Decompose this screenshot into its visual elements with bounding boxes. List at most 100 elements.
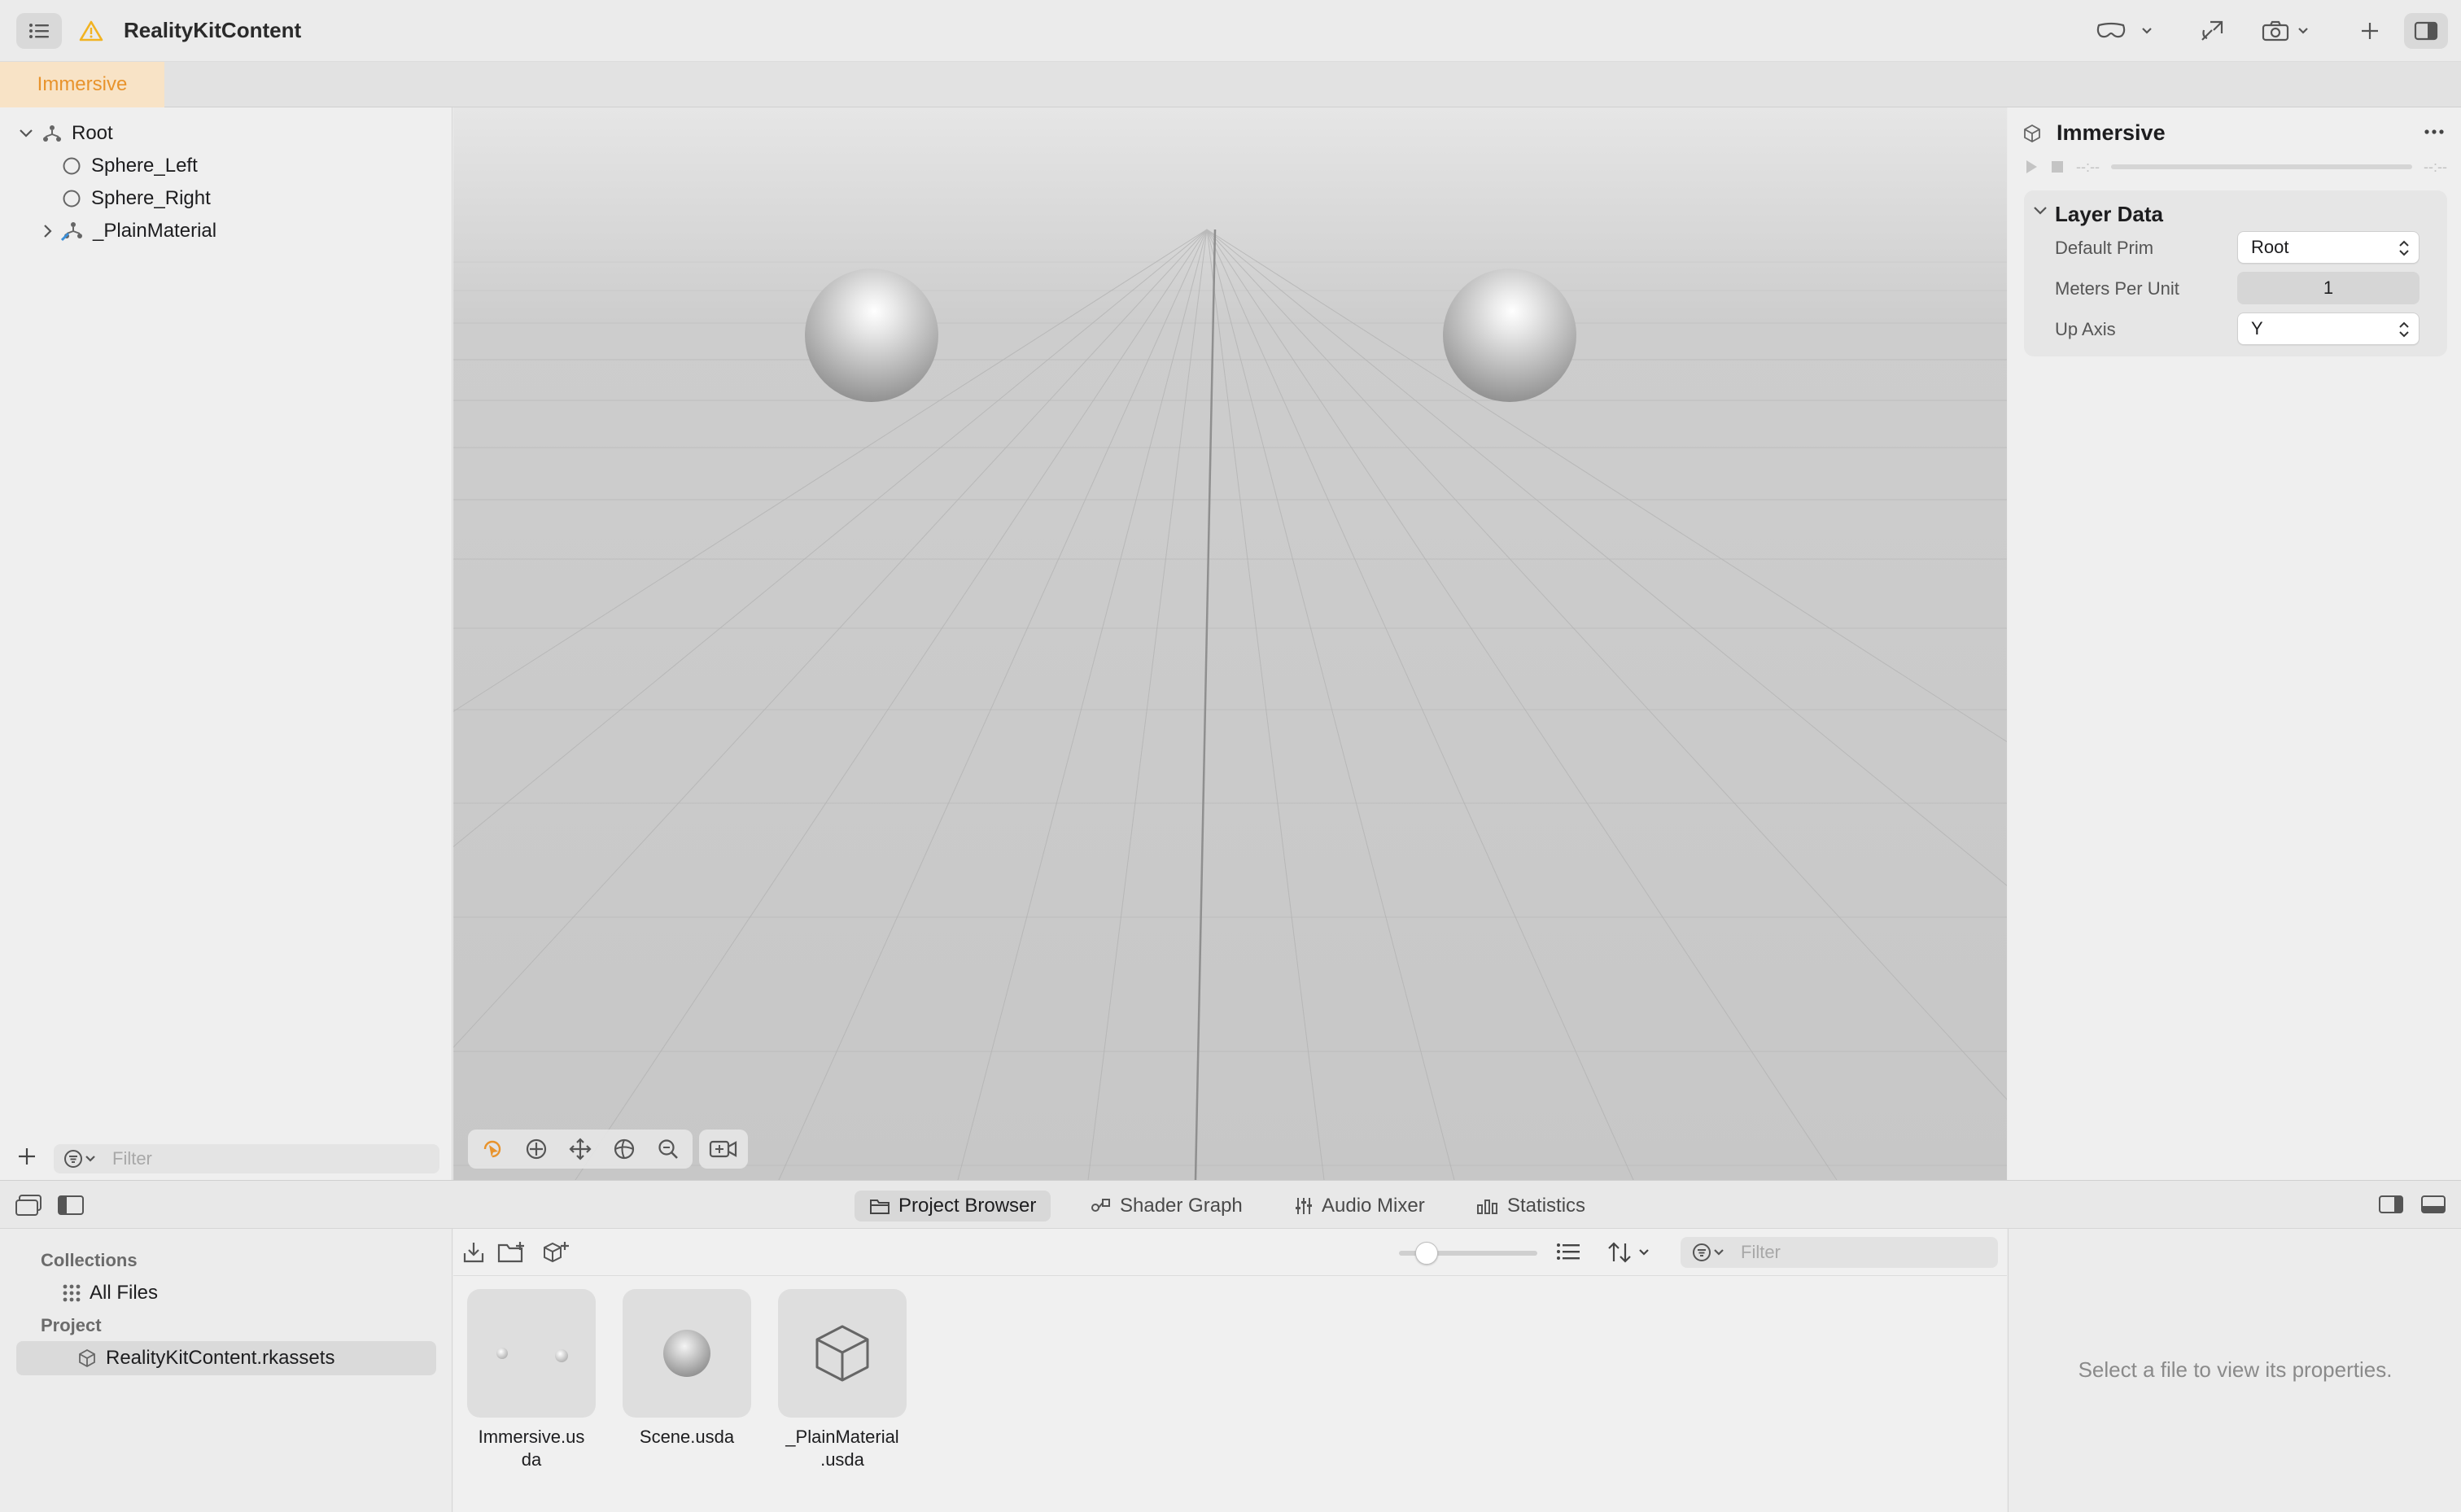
select-tool-button[interactable]	[473, 1131, 512, 1167]
outline-item-plain-material[interactable]: _PlainMaterial	[42, 215, 216, 247]
updown-chevron-icon	[2398, 238, 2411, 258]
tab-project-browser[interactable]: Project Browser	[855, 1191, 1051, 1221]
default-prim-select[interactable]: Root	[2237, 231, 2419, 264]
tab-immersive[interactable]: Immersive	[0, 62, 164, 107]
file-tile-scene[interactable]: Scene.usda	[622, 1289, 752, 1449]
new-folder-icon[interactable]	[497, 1240, 527, 1265]
tab-audio-mixer[interactable]: Audio Mixer	[1279, 1191, 1440, 1221]
tab-statistics[interactable]: Statistics	[1462, 1191, 1600, 1221]
animation-transport: --:-- --:--	[2024, 155, 2447, 179]
updown-chevron-icon	[2398, 320, 2411, 339]
viewport-toolbar	[468, 1130, 748, 1169]
outline-item-sphere-right[interactable]: Sphere_Right	[62, 182, 211, 215]
file-tile-immersive[interactable]: Immersive.us da	[466, 1289, 597, 1471]
import-icon[interactable]	[461, 1240, 486, 1265]
add-button[interactable]	[2354, 13, 2386, 49]
package-icon	[76, 1348, 98, 1369]
device-preview-menu[interactable]	[2083, 13, 2165, 49]
bottom-panel-bar: Project Browser Shader Graph Audio Mixer…	[0, 1180, 2461, 1229]
sidebar-right-icon	[2414, 21, 2438, 41]
dolly-tool-button[interactable]	[605, 1131, 644, 1167]
filter-options-icon[interactable]	[1692, 1243, 1731, 1262]
file-thumbnail	[623, 1289, 751, 1418]
orbit-tool-button[interactable]	[517, 1131, 556, 1167]
meters-per-unit-value: 1	[2323, 277, 2334, 298]
file-thumbnail	[467, 1289, 596, 1418]
filter-options-icon[interactable]	[63, 1149, 103, 1169]
hierarchy-icon	[42, 124, 62, 143]
window-title: RealityKitContent	[124, 18, 302, 42]
inspector-toggle-button[interactable]	[2404, 13, 2448, 49]
file-tile-plain-material[interactable]: _PlainMaterial .usda	[777, 1289, 907, 1471]
sidebar-left-icon[interactable]	[57, 1194, 85, 1217]
camera-icon	[2262, 20, 2289, 42]
meters-per-unit-label: Meters Per Unit	[2055, 278, 2179, 299]
small-sphere-icon	[496, 1348, 508, 1359]
chevron-down-icon	[2297, 27, 2309, 35]
camera-tools	[699, 1130, 748, 1169]
disclosure-chevron-right-icon[interactable]	[42, 223, 54, 239]
outline-item-sphere-left[interactable]: Sphere_Left	[62, 150, 198, 182]
outline-footer: Filter	[0, 1138, 452, 1180]
layer-data-section: Layer Data Default Prim Root Meters Per …	[2024, 190, 2447, 356]
warning-button[interactable]	[75, 13, 107, 49]
plus-icon	[2360, 21, 2380, 41]
slider-knob[interactable]	[1415, 1242, 1438, 1265]
send-to-device-button[interactable]	[2194, 13, 2230, 49]
outline-item-root[interactable]: Root	[18, 117, 113, 150]
grid-icon	[62, 1283, 81, 1303]
chevron-down-icon	[2141, 27, 2153, 35]
stop-icon[interactable]	[2050, 160, 2065, 174]
up-axis-select[interactable]: Y	[2237, 312, 2419, 345]
tab-shader-graph[interactable]: Shader Graph	[1076, 1191, 1257, 1221]
add-entity-button[interactable]	[16, 1146, 41, 1170]
list-icon	[28, 22, 50, 40]
more-options-button[interactable]	[2423, 122, 2446, 142]
timeline-scrubber[interactable]	[2110, 164, 2413, 169]
collection-all-files[interactable]: All Files	[62, 1276, 158, 1310]
project-item-rkassets[interactable]: RealityKitContent.rkassets	[16, 1341, 436, 1375]
ground-grid	[453, 229, 2007, 1180]
tab-label: Immersive	[37, 73, 128, 95]
camera-mode-button[interactable]	[704, 1131, 743, 1167]
sphere-left[interactable]	[805, 269, 938, 402]
tab-label: Statistics	[1507, 1195, 1586, 1217]
file-properties-panel: Select a file to view its properties.	[2008, 1229, 2461, 1512]
snapshot-menu[interactable]	[2254, 13, 2316, 49]
time-start: --:--	[2076, 158, 2100, 175]
sphere-outline-icon	[62, 156, 81, 176]
time-end: --:--	[2424, 158, 2447, 175]
project-browser: Filter Immersive.us da Scene.usda _Plain…	[453, 1229, 2007, 1512]
pan-tool-button[interactable]	[561, 1131, 600, 1167]
cube-icon	[2022, 124, 2042, 143]
vision-headset-icon	[2096, 22, 2127, 40]
panel-bottom-icon[interactable]	[2420, 1194, 2446, 1215]
project-header: Project	[41, 1315, 102, 1335]
outline-item-label: Sphere_Right	[91, 187, 211, 209]
outline-filter-field[interactable]: Filter	[54, 1144, 439, 1173]
inspector-title: Immersive	[2057, 120, 2166, 145]
disclosure-chevron-icon[interactable]	[18, 128, 34, 139]
sphere-outline-icon	[62, 189, 81, 208]
browser-toolbar: Filter	[453, 1229, 2007, 1276]
disclosure-chevron-icon[interactable]	[2032, 205, 2048, 216]
meters-per-unit-field[interactable]: 1	[2237, 272, 2419, 304]
sphere-right[interactable]	[1443, 269, 1576, 402]
scene-viewport[interactable]	[453, 107, 2007, 1180]
sort-menu-icon[interactable]	[1606, 1240, 1655, 1265]
sidebar-toggle-button[interactable]	[16, 13, 62, 49]
shader-graph-icon	[1091, 1197, 1112, 1215]
zoom-tool-button[interactable]	[649, 1131, 688, 1167]
file-name: _PlainMaterial .usda	[785, 1427, 899, 1470]
new-entity-icon[interactable]	[541, 1240, 570, 1265]
windows-icon[interactable]	[15, 1194, 42, 1217]
orbit-icon	[524, 1137, 549, 1161]
collections-sidebar: Collections All Files Project RealityKit…	[0, 1229, 452, 1512]
collection-label: All Files	[90, 1282, 159, 1304]
empty-state-message: Select a file to view its properties.	[2078, 1357, 2393, 1382]
section-title: Layer Data	[2055, 202, 2163, 226]
play-icon[interactable]	[2024, 159, 2039, 175]
sidebar-right-icon[interactable]	[2378, 1194, 2404, 1215]
list-view-icon[interactable]	[1555, 1240, 1581, 1263]
browser-filter-field[interactable]: Filter	[1681, 1237, 1998, 1268]
